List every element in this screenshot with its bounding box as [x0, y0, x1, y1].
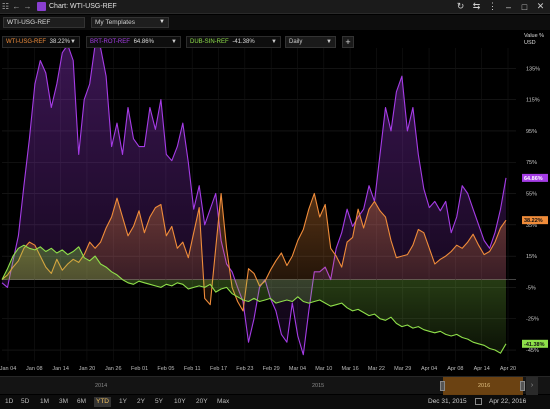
x-tick-label: Feb 29	[263, 366, 280, 372]
series-value: 38.22%	[49, 39, 71, 45]
navigator-scroll-right[interactable]: ›	[526, 377, 538, 395]
series-name: BRT-ROT-REF	[90, 39, 130, 45]
start-date[interactable]: Dec 31, 2015	[428, 397, 467, 407]
range-2y[interactable]: 2Y	[135, 397, 147, 407]
add-series-button[interactable]: +	[342, 36, 354, 48]
series-box-brt[interactable]: BRT-ROT-REF 64.86% ▼	[86, 36, 181, 48]
interval-dropdown[interactable]: Daily ▼	[285, 36, 336, 48]
more-icon[interactable]: ⋮	[487, 1, 498, 12]
range-1y[interactable]: 1Y	[117, 397, 129, 407]
y-tick-label: -25%	[526, 317, 539, 323]
maximize-icon[interactable]: □	[519, 1, 530, 12]
last-value-label: -41.38%	[524, 342, 545, 348]
x-tick-label: Jan 20	[79, 366, 96, 372]
navigator-year-2015: 2015	[312, 383, 325, 389]
y-tick-label: 75%	[526, 160, 537, 166]
y-tick-label: 115%	[526, 98, 540, 104]
navigator-year-2014: 2014	[95, 383, 108, 389]
range-5d[interactable]: 5D	[19, 397, 31, 407]
series-name: DUB-SIN-REF	[190, 39, 229, 45]
window-title: Chart: WTI-USG-REF	[49, 3, 117, 10]
x-tick-label: Mar 04	[289, 366, 306, 372]
last-value-label: 38.22%	[524, 218, 543, 224]
x-tick-label: Mar 16	[342, 366, 359, 372]
series-value: 64.86%	[133, 39, 154, 45]
range-10y[interactable]: 10Y	[172, 397, 188, 407]
axis-header-usd: USD	[524, 40, 536, 46]
series-box-dub[interactable]: DUB-SIN-REF -41.38% ▼	[186, 36, 281, 48]
navigator-year-2016: 2016	[478, 383, 491, 389]
x-tick-label: Feb 23	[236, 366, 253, 372]
x-tick-label: Feb 05	[157, 366, 174, 372]
x-tick-label: Apr 04	[421, 366, 437, 372]
y-tick-label: -5%	[526, 285, 536, 291]
series-name: WTI-USG-REF	[6, 39, 46, 45]
instrument-bar: WTI-USG-REF My Templates ▼	[0, 15, 550, 30]
range-1m[interactable]: 1M	[38, 397, 51, 407]
x-tick-label: Feb 17	[210, 366, 227, 372]
x-tick-label: Feb 11	[184, 366, 201, 372]
x-tick-label: Mar 10	[315, 366, 332, 372]
refresh-icon[interactable]: ↻	[455, 1, 466, 12]
share-icon[interactable]: ⇆	[471, 1, 482, 12]
axis-header: Value % USD	[524, 33, 544, 47]
series-box-wti[interactable]: WTI-USG-REF 38.22% ▼	[2, 36, 80, 48]
chevron-down-icon: ▼	[159, 19, 165, 25]
close-icon[interactable]: ✕	[535, 1, 546, 12]
x-tick-label: Apr 14	[474, 366, 490, 372]
grid-menu-icon[interactable]: ☷	[0, 1, 11, 12]
end-date[interactable]: Apr 22, 2016	[489, 397, 526, 407]
last-value-label: 64.86%	[524, 176, 543, 182]
range-bar: 1D 5D 1M 3M 6M YTD 1Y 2Y 5Y 10Y 20Y Max …	[0, 395, 550, 409]
range-6m[interactable]: 6M	[75, 397, 88, 407]
axis-header-value: Value %	[524, 33, 545, 39]
ticker-input[interactable]: WTI-USG-REF	[3, 17, 85, 28]
y-tick-label: 135%	[526, 66, 540, 72]
x-tick-label: Jan 08	[26, 366, 43, 372]
templates-dropdown[interactable]: My Templates ▼	[91, 17, 169, 28]
time-navigator[interactable]: 2014 2015 2016 ›	[0, 376, 550, 395]
x-tick-label: Jan 04	[0, 366, 16, 372]
series-legend: WTI-USG-REF 38.22% ▼ BRT-ROT-REF 64.86% …	[0, 36, 550, 48]
y-tick-label: -45%	[526, 348, 539, 354]
x-tick-label: Feb 01	[131, 366, 148, 372]
forward-arrow-icon[interactable]: →	[22, 1, 33, 12]
x-tick-label: Mar 22	[368, 366, 385, 372]
range-5y[interactable]: 5Y	[153, 397, 165, 407]
x-tick-label: Mar 29	[394, 366, 411, 372]
chart-app-icon	[37, 2, 46, 11]
range-max[interactable]: Max	[215, 397, 231, 407]
range-1d[interactable]: 1D	[3, 397, 15, 407]
minimize-icon[interactable]: –	[503, 1, 514, 12]
chevron-down-icon: ▼	[171, 39, 177, 45]
y-tick-label: 55%	[526, 192, 537, 198]
y-tick-label: 15%	[526, 254, 537, 260]
range-3m[interactable]: 3M	[57, 397, 70, 407]
range-ytd[interactable]: YTD	[94, 397, 111, 407]
navigator-left-handle[interactable]	[440, 381, 445, 391]
series-value: -41.38%	[232, 39, 255, 45]
chevron-down-icon: ▼	[271, 39, 277, 45]
back-arrow-icon[interactable]: ←	[11, 1, 22, 12]
chevron-down-icon: ▼	[326, 39, 332, 45]
price-chart[interactable]: 135%115%95%75%55%35%15%-5%-25%-45%38.22%…	[0, 48, 550, 376]
x-tick-label: Jan 26	[105, 366, 122, 372]
x-tick-label: Jan 14	[52, 366, 69, 372]
navigator-right-handle[interactable]	[520, 381, 525, 391]
range-20y[interactable]: 20Y	[194, 397, 210, 407]
interval-label: Daily	[289, 39, 303, 45]
x-tick-label: Apr 08	[447, 366, 463, 372]
chevron-down-icon: ▼	[70, 39, 76, 45]
title-bar: ☷ ← → Chart: WTI-USG-REF ↻ ⇆ ⋮ – □ ✕	[0, 0, 550, 14]
calendar-icon[interactable]	[475, 398, 482, 405]
templates-label: My Templates	[95, 19, 135, 26]
y-tick-label: 95%	[526, 129, 537, 135]
x-tick-label: Apr 20	[500, 366, 516, 372]
